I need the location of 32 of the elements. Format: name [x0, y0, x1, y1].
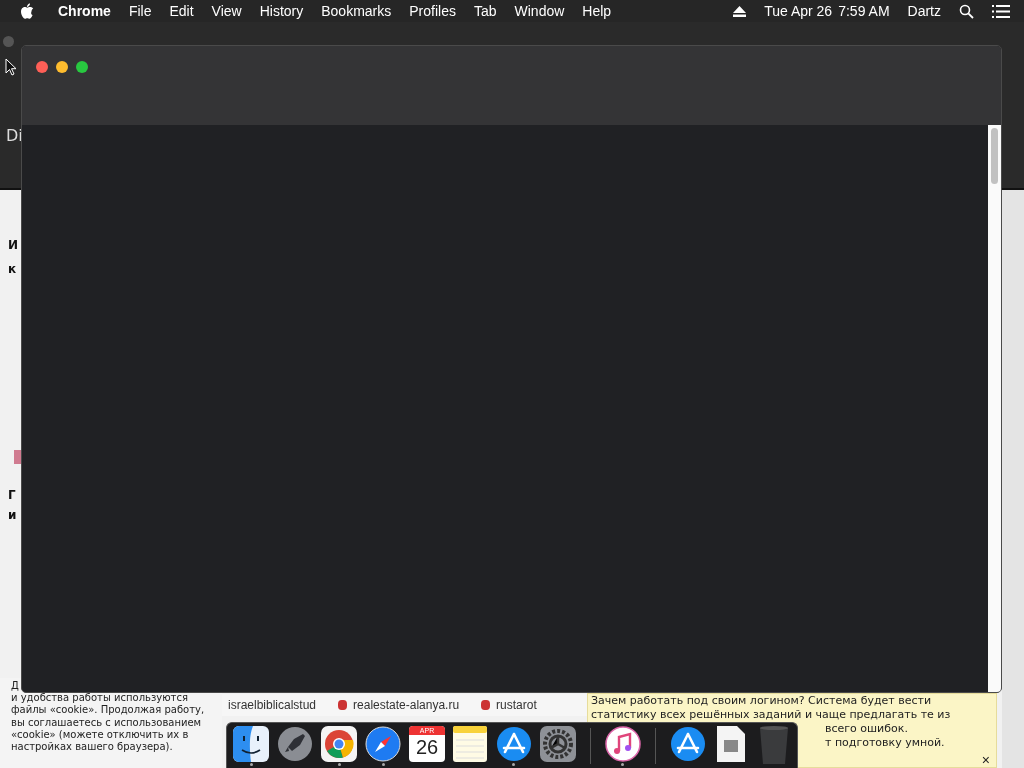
menu-item[interactable]: Profiles [409, 3, 456, 19]
hint-text: всего ошибок. [824, 722, 909, 736]
heading-fragment: Г [8, 488, 16, 502]
heading-fragment: И [8, 238, 19, 252]
heading-fragment: к [8, 262, 17, 276]
user-name[interactable]: Dartz [907, 3, 941, 19]
notice-text: вы соглашаетесь с использованием [11, 716, 203, 729]
notice-text: и удобства работы используются [11, 692, 189, 705]
menu-item[interactable]: Window [514, 3, 565, 19]
menu-time[interactable]: 7:59 AM [838, 3, 890, 19]
menu-item[interactable]: History [259, 3, 304, 19]
menu-item[interactable]: Tab [473, 3, 497, 19]
notice-text: файлы «cookie». Продолжая работу, [11, 704, 206, 717]
bookmark[interactable]: israelbiblicalstud [228, 698, 317, 712]
bookmark[interactable]: rustarot [481, 698, 537, 712]
hint-text: т подготовку умной. [824, 736, 946, 750]
app-menu[interactable]: Chrome [58, 3, 111, 19]
menu-item[interactable]: Bookmarks [321, 3, 392, 19]
notice-text: «cookie» (можете отключить их в [11, 728, 190, 741]
menu-date[interactable]: Tue Apr 26 [764, 3, 833, 19]
bookmark[interactable]: realestate-alanya.ru [338, 698, 460, 712]
heading-fragment: и [8, 508, 17, 522]
menu-item[interactable]: File [128, 3, 152, 19]
menu-item[interactable]: View [211, 3, 242, 19]
tab-title[interactable]: Di [6, 126, 23, 145]
menu-item[interactable]: Help [582, 3, 612, 19]
menu-item[interactable]: Edit [169, 3, 194, 19]
close-button[interactable]: × [981, 753, 990, 767]
hint-text: Зачем работать под своим логином? Система будет вести [591, 694, 933, 708]
notice-text: Д [11, 680, 20, 693]
notice-text: настройках вашего браузера). [11, 741, 174, 754]
hint-text: статистику всех решённых заданий и чаще предлагать те из [591, 708, 952, 722]
